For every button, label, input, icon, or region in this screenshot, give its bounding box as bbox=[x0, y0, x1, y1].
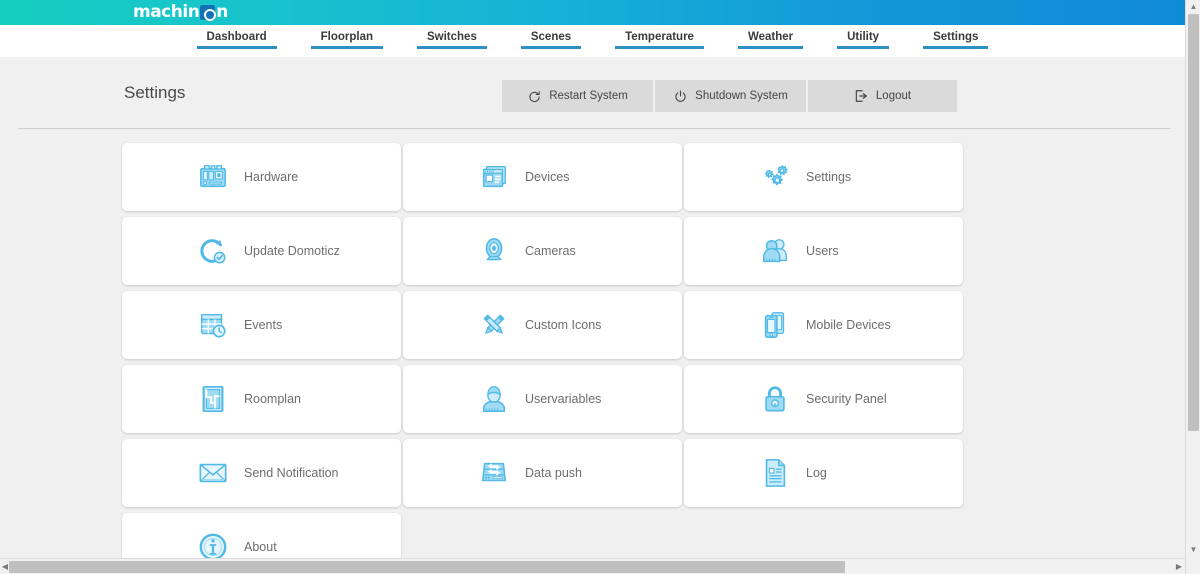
settings-card-label: Settings bbox=[806, 170, 852, 184]
nav-label: Weather bbox=[747, 31, 794, 43]
settings-card-settings[interactable]: Settings bbox=[684, 143, 963, 211]
nav-item-switches[interactable]: Switches bbox=[413, 25, 491, 49]
users-icon bbox=[758, 234, 792, 268]
calendar-clock-icon bbox=[196, 308, 230, 342]
nav-item-temperature[interactable]: Temperature bbox=[611, 25, 708, 49]
nav-label: Settings bbox=[933, 31, 979, 43]
settings-page: machin n Dashboard Floorplan Switches Sc… bbox=[0, 0, 1200, 574]
settings-card-label: Security Panel bbox=[806, 392, 887, 406]
scroll-left-arrow-icon[interactable]: ◀ bbox=[1, 563, 9, 571]
page-title: Settings bbox=[124, 83, 186, 102]
power-icon bbox=[673, 89, 687, 103]
user-single-icon bbox=[477, 382, 511, 416]
main-navigation: Dashboard Floorplan Switches Scenes Temp… bbox=[0, 25, 1185, 57]
nav-label: Dashboard bbox=[206, 31, 267, 43]
nav-item-scenes[interactable]: Scenes bbox=[517, 25, 585, 49]
nav-label: Switches bbox=[427, 31, 477, 43]
settings-card-cameras[interactable]: Cameras bbox=[403, 217, 682, 285]
logo-text-start: machin bbox=[133, 2, 200, 22]
header-divider bbox=[18, 128, 1170, 129]
settings-card-uservariables[interactable]: Uservariables bbox=[403, 365, 682, 433]
settings-card-label: Users bbox=[806, 244, 839, 258]
settings-card-label: Cameras bbox=[525, 244, 576, 258]
document-icon bbox=[758, 456, 792, 490]
settings-card-users[interactable]: Users bbox=[684, 217, 963, 285]
settings-card-label: Hardware bbox=[244, 170, 299, 184]
card-row: Hardware Devices Settings bbox=[122, 143, 964, 211]
scroll-down-arrow-icon[interactable]: ▼ bbox=[1189, 545, 1198, 554]
settings-card-mobile-devices[interactable]: Mobile Devices bbox=[684, 291, 963, 359]
settings-card-send-notification[interactable]: Send Notification bbox=[122, 439, 401, 507]
restart-system-label: Restart System bbox=[549, 90, 628, 102]
settings-card-custom-icons[interactable]: Custom Icons bbox=[403, 291, 682, 359]
settings-card-events[interactable]: Events bbox=[122, 291, 401, 359]
logo-o-ring-icon bbox=[200, 5, 216, 21]
nav-label: Floorplan bbox=[320, 31, 373, 43]
horizontal-scrollbar-thumb[interactable] bbox=[9, 561, 845, 573]
windows-stack-icon bbox=[477, 160, 511, 194]
settings-card-label: Log bbox=[806, 466, 827, 480]
scroll-up-arrow-icon[interactable]: ▲ bbox=[1189, 2, 1198, 11]
restart-icon bbox=[527, 89, 541, 103]
settings-card-label: Events bbox=[244, 318, 283, 332]
logout-button[interactable]: Logout bbox=[808, 80, 957, 112]
brand-bar: machin n bbox=[0, 0, 1185, 25]
settings-card-data-push[interactable]: Data push bbox=[403, 439, 682, 507]
refresh-check-icon bbox=[196, 234, 230, 268]
shutdown-system-label: Shutdown System bbox=[695, 90, 788, 102]
floorplan-icon bbox=[196, 382, 230, 416]
settings-card-devices[interactable]: Devices bbox=[403, 143, 682, 211]
machinon-logo[interactable]: machin n bbox=[133, 3, 228, 22]
circuit-board-icon bbox=[196, 160, 230, 194]
restart-system-button[interactable]: Restart System bbox=[502, 80, 653, 112]
nav-item-floorplan[interactable]: Floorplan bbox=[307, 25, 387, 49]
settings-card-label: Mobile Devices bbox=[806, 318, 891, 332]
settings-card-label: Uservariables bbox=[525, 392, 602, 406]
settings-card-grid: Hardware Devices Settings Update Domotic… bbox=[122, 143, 964, 574]
settings-card-label: Roomplan bbox=[244, 392, 301, 406]
nav-label: Temperature bbox=[625, 31, 694, 43]
settings-card-label: Send Notification bbox=[244, 466, 339, 480]
padlock-icon bbox=[758, 382, 792, 416]
settings-card-label: Update Domoticz bbox=[244, 244, 340, 258]
logo-text-end: n bbox=[216, 2, 228, 22]
settings-card-roomplan[interactable]: Roomplan bbox=[122, 365, 401, 433]
nav-item-weather[interactable]: Weather bbox=[734, 25, 807, 49]
webcam-icon bbox=[477, 234, 511, 268]
settings-card-label: Devices bbox=[525, 170, 570, 184]
settings-card-label: About bbox=[244, 540, 277, 554]
crossed-tools-icon bbox=[477, 308, 511, 342]
nav-item-dashboard[interactable]: Dashboard bbox=[193, 25, 281, 49]
settings-card-label: Custom Icons bbox=[525, 318, 602, 332]
mobile-phone-icon bbox=[758, 308, 792, 342]
card-row: Send Notification Data push Log bbox=[122, 439, 964, 507]
shutdown-system-button[interactable]: Shutdown System bbox=[655, 80, 806, 112]
nav-label: Utility bbox=[847, 31, 880, 43]
nav-item-utility[interactable]: Utility bbox=[833, 25, 893, 49]
logout-icon bbox=[854, 89, 868, 103]
card-row: Update Domoticz Cameras Users bbox=[122, 217, 964, 285]
settings-card-log[interactable]: Log bbox=[684, 439, 963, 507]
horizontal-scrollbar[interactable]: ◀ ▶ bbox=[0, 558, 1185, 574]
scroll-right-arrow-icon[interactable]: ▶ bbox=[1175, 563, 1183, 571]
server-arrows-icon bbox=[477, 456, 511, 490]
card-row: Events Custom Icons Mobile Devices bbox=[122, 291, 964, 359]
envelope-icon bbox=[196, 456, 230, 490]
logout-label: Logout bbox=[875, 90, 912, 102]
nav-label: Scenes bbox=[530, 31, 572, 43]
settings-card-hardware[interactable]: Hardware bbox=[122, 143, 401, 211]
system-action-buttons: Restart System Shutdown System Logout bbox=[502, 80, 957, 112]
settings-card-update-domoticz[interactable]: Update Domoticz bbox=[122, 217, 401, 285]
settings-card-label: Data push bbox=[525, 466, 582, 480]
card-row: Roomplan Uservariables Security Panel bbox=[122, 365, 964, 433]
settings-card-security-panel[interactable]: Security Panel bbox=[684, 365, 963, 433]
gears-icon bbox=[758, 160, 792, 194]
nav-item-settings[interactable]: Settings bbox=[919, 25, 992, 49]
vertical-scrollbar[interactable]: ▲ ▼ bbox=[1185, 0, 1200, 574]
vertical-scrollbar-thumb[interactable] bbox=[1188, 14, 1199, 431]
